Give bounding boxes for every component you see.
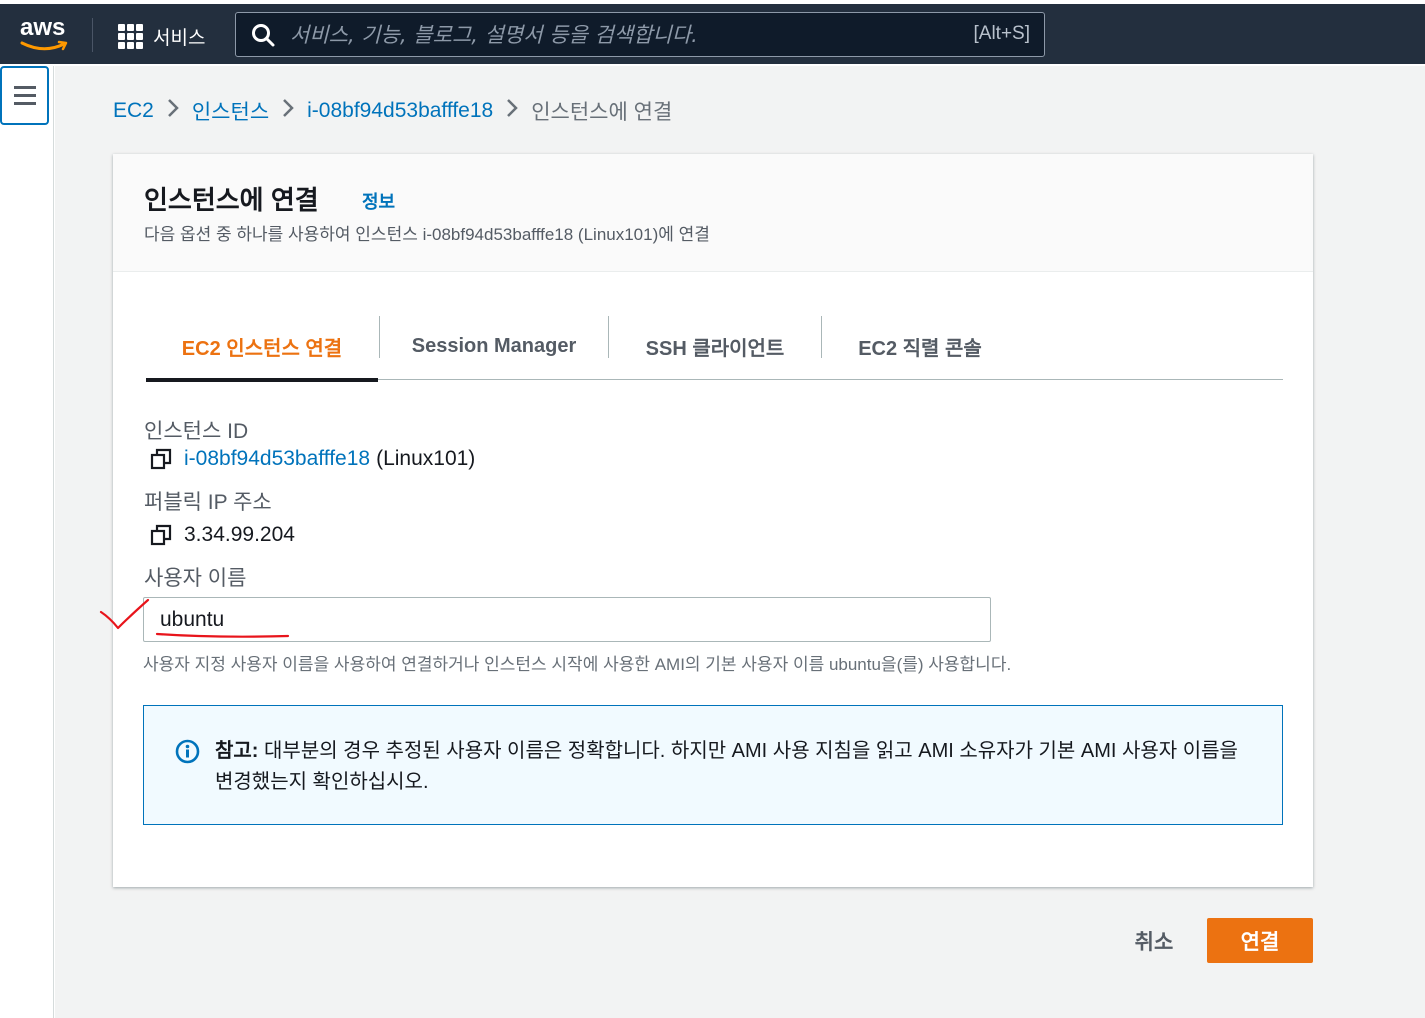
info-alert: 참고: 대부분의 경우 추정된 사용자 이름은 정확합니다. 하지만 AMI 사… <box>143 705 1283 825</box>
instance-id-link[interactable]: i-08bf94d53bafffe18 <box>184 447 370 471</box>
tab-ssh-client[interactable]: SSH 클라이언트 <box>609 312 821 380</box>
info-circle-icon <box>175 739 200 764</box>
services-menu-button[interactable]: 서비스 <box>118 20 205 52</box>
hamburger-icon <box>13 86 36 105</box>
search-bar[interactable]: [Alt+S] <box>235 12 1045 57</box>
breadcrumb: EC2 인스턴스 i-08bf94d53bafffe18 인스턴스에 연결 <box>113 96 672 126</box>
card-header: 인스턴스에 연결 정보 다음 옵션 중 하나를 사용하여 인스턴스 i-08bf… <box>113 154 1313 272</box>
top-nav: aws 서비스 [Alt+S] <box>0 0 1425 66</box>
services-label: 서비스 <box>153 27 206 49</box>
chevron-right-icon <box>154 97 192 125</box>
search-input[interactable] <box>290 22 940 47</box>
aws-smile-icon <box>20 40 68 51</box>
alert-text: 참고: 대부분의 경우 추정된 사용자 이름은 정확합니다. 하지만 AMI 사… <box>215 736 1255 798</box>
tab-ec2-instance-connect[interactable]: EC2 인스턴스 연결 <box>146 312 378 382</box>
search-shortcut: [Alt+S] <box>973 23 1031 44</box>
instance-id-label: 인스턴스 ID <box>144 420 249 443</box>
annotation-marks <box>99 598 290 638</box>
left-rail <box>0 66 54 1018</box>
cancel-button[interactable]: 취소 <box>1112 918 1196 963</box>
breadcrumb-current: 인스턴스에 연결 <box>531 101 673 124</box>
copy-icon[interactable] <box>150 524 172 546</box>
tab-ec2-serial-console[interactable]: EC2 직렬 콘솔 <box>822 312 1018 380</box>
chevron-right-icon <box>269 97 307 125</box>
side-nav-toggle-button[interactable] <box>0 66 49 125</box>
breadcrumb-ec2[interactable]: EC2 <box>113 99 154 123</box>
chevron-right-icon <box>493 97 531 125</box>
search-icon <box>252 23 275 46</box>
instance-name: (Linux101) <box>376 447 476 470</box>
breadcrumb-instances[interactable]: 인스턴스 <box>192 96 269 126</box>
public-ip-label: 퍼블릭 IP 주소 <box>144 491 272 514</box>
breadcrumb-instance-id[interactable]: i-08bf94d53bafffe18 <box>307 99 493 123</box>
connect-button[interactable]: 연결 <box>1207 918 1313 963</box>
grid-icon <box>118 23 143 49</box>
aws-logo[interactable]: aws <box>18 14 70 52</box>
aws-logo-text: aws <box>20 14 66 41</box>
copy-icon[interactable] <box>150 448 172 470</box>
info-link[interactable]: 정보 <box>362 188 395 214</box>
page-title: 인스턴스에 연결 <box>144 185 319 215</box>
page-description: 다음 옵션 중 하나를 사용하여 인스턴스 i-08bf94d53bafffe1… <box>144 225 710 244</box>
alert-bold: 참고: <box>215 740 259 762</box>
public-ip-text: 3.34.99.204 <box>184 523 295 546</box>
username-label: 사용자 이름 <box>144 567 247 590</box>
tab-session-manager[interactable]: Session Manager <box>380 312 608 380</box>
connect-method-tabs: EC2 인스턴스 연결 Session Manager SSH 클라이언트 EC… <box>146 312 1283 382</box>
nav-divider <box>92 18 93 52</box>
username-hint: 사용자 지정 사용자 이름을 사용하여 연결하거나 인스턴스 시작에 사용한 A… <box>143 655 1012 674</box>
instance-id-value: i-08bf94d53bafffe18 (Linux101) <box>150 447 475 471</box>
alert-body: 대부분의 경우 추정된 사용자 이름은 정확합니다. 하지만 AMI 사용 지침… <box>215 740 1238 793</box>
public-ip-value: 3.34.99.204 <box>150 523 295 547</box>
